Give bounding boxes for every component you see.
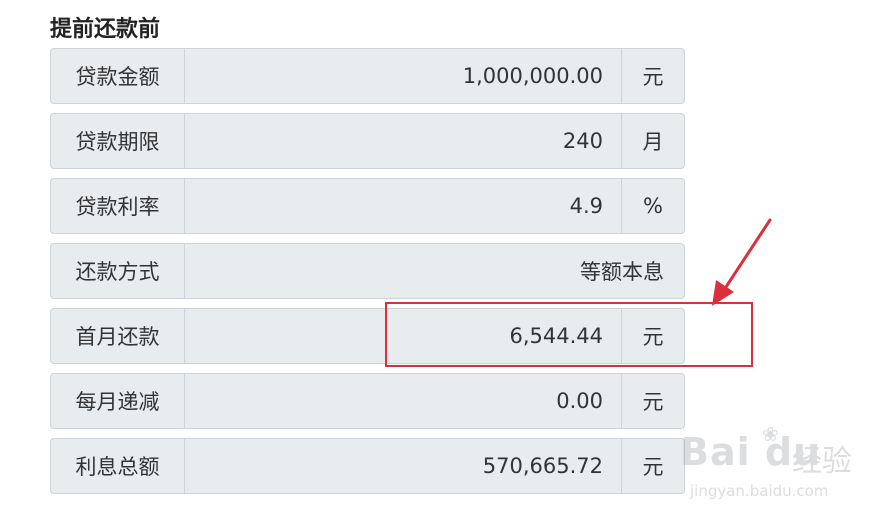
watermark-url: jingyan.baidu.com	[690, 482, 829, 500]
watermark-cn: 经验	[792, 444, 852, 479]
watermark: ❀ Bai du 经验 jingyan.baidu.com	[680, 422, 880, 510]
